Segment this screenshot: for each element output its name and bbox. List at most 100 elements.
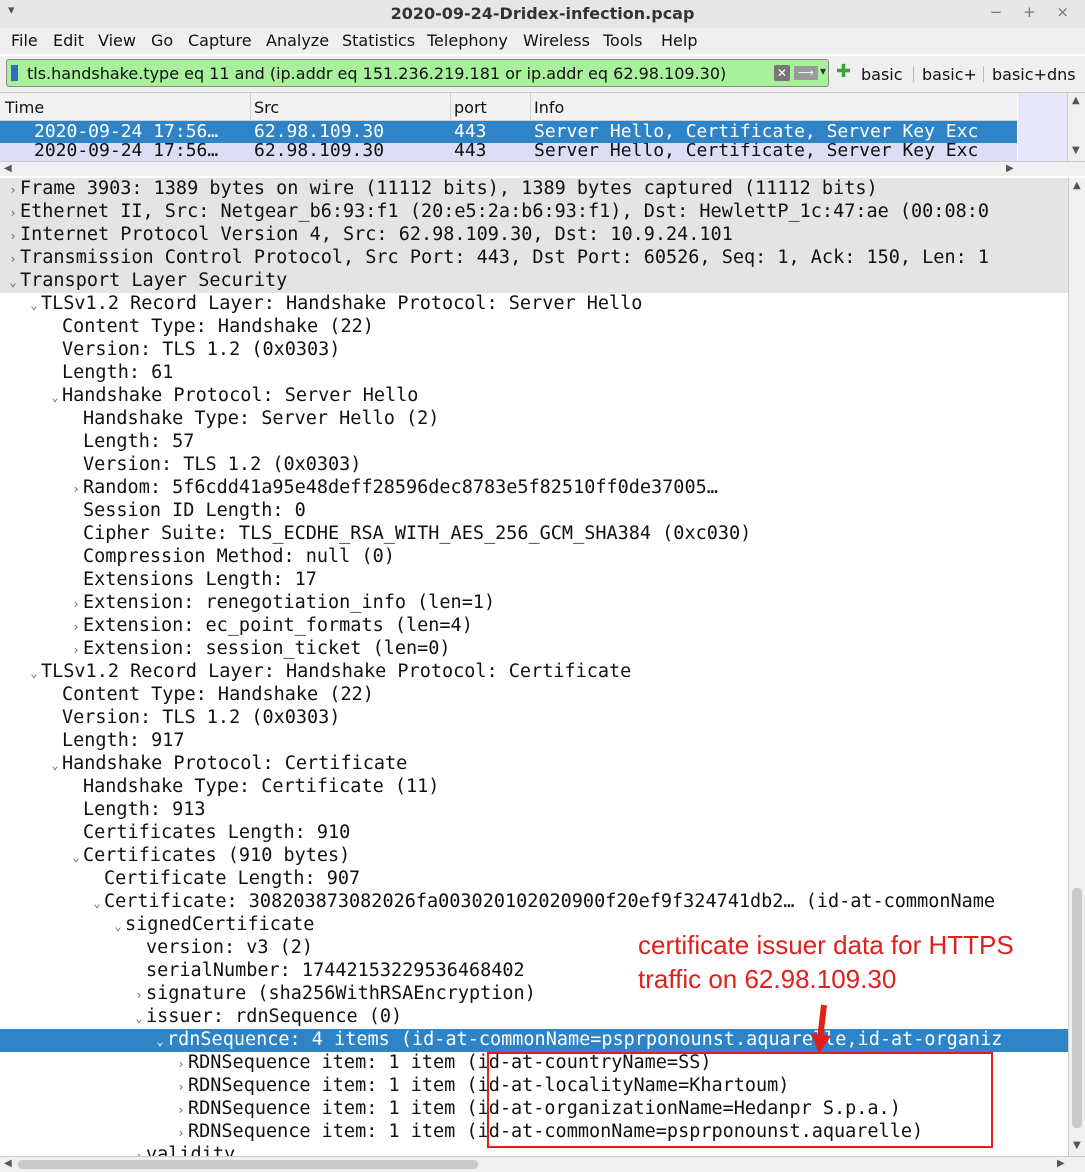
menu-telephony[interactable]: Telephony: [427, 31, 508, 50]
expanded-chevron-icon[interactable]: ⌄: [90, 896, 104, 910]
scroll-left-icon[interactable]: ◀: [4, 163, 12, 174]
collapsed-chevron-icon[interactable]: ›: [174, 1057, 188, 1071]
tree-row[interactable]: ⌄ TLSv1.2 Record Layer: Handshake Protoco…: [0, 293, 1068, 316]
collapsed-chevron-icon[interactable]: ›: [174, 1080, 188, 1094]
packet-row[interactable]: 2020-09-24 17:56… 62.98.109.30 443 Serve…: [0, 121, 1017, 143]
packet-list-vertical-scrollbar[interactable]: ▲ ▼: [1067, 93, 1085, 161]
tree-row[interactable]: › Extension: session_ticket (len=0): [0, 638, 1068, 661]
scrollbar-thumb[interactable]: [18, 1160, 478, 1169]
tree-row[interactable]: Certificates Length: 910: [0, 822, 1068, 845]
collapsed-chevron-icon[interactable]: ›: [69, 643, 83, 657]
tree-row[interactable]: Version: TLS 1.2 (0x0303): [0, 339, 1068, 362]
tree-row[interactable]: Version: TLS 1.2 (0x0303): [0, 454, 1068, 477]
expanded-chevron-icon[interactable]: ⌄: [27, 666, 41, 680]
collapsed-chevron-icon[interactable]: ›: [69, 597, 83, 611]
collapsed-chevron-icon[interactable]: ›: [6, 206, 20, 220]
expanded-chevron-icon[interactable]: ⌄: [132, 1011, 146, 1025]
details-vertical-scrollbar[interactable]: ▲ ▼: [1068, 178, 1085, 1156]
column-header-src[interactable]: Src: [254, 98, 279, 117]
menu-view[interactable]: View: [98, 31, 136, 50]
tree-row[interactable]: ⌄ Certificate: 308203873082026fa003020102…: [0, 891, 1068, 914]
scroll-right-icon[interactable]: ▶: [1057, 1158, 1065, 1169]
column-header-info[interactable]: Info: [534, 98, 564, 117]
tree-row[interactable]: Handshake Type: Server Hello (2): [0, 408, 1068, 431]
add-filter-button-icon[interactable]: ✚: [836, 61, 851, 82]
tree-row[interactable]: Length: 913: [0, 799, 1068, 822]
collapsed-chevron-icon[interactable]: ›: [174, 1126, 188, 1140]
apply-filter-icon[interactable]: ⟶: [794, 66, 818, 80]
tree-row[interactable]: Cipher Suite: TLS_ECDHE_RSA_WITH_AES_256…: [0, 523, 1068, 546]
packet-row[interactable]: 2020-09-24 17:56… 62.98.109.30 443 Serve…: [0, 143, 1017, 161]
menu-go[interactable]: Go: [151, 31, 173, 50]
expanded-chevron-icon[interactable]: ⌄: [48, 390, 62, 404]
details-horizontal-scrollbar[interactable]: ◀ ▶: [0, 1156, 1085, 1172]
menu-capture[interactable]: Capture: [188, 31, 252, 50]
tree-row[interactable]: Session ID Length: 0: [0, 500, 1068, 523]
tree-row[interactable]: Compression Method: null (0): [0, 546, 1068, 569]
column-header-time[interactable]: Time: [5, 98, 44, 117]
menu-analyze[interactable]: Analyze: [266, 31, 329, 50]
tree-row[interactable]: › Extension: renegotiation_info (len=1): [0, 592, 1068, 615]
menu-help[interactable]: Help: [661, 31, 697, 50]
menu-file[interactable]: File: [11, 31, 38, 50]
tree-row[interactable]: › Extension: ec_point_formats (len=4): [0, 615, 1068, 638]
expanded-chevron-icon[interactable]: ⌄: [6, 275, 20, 289]
tree-row[interactable]: Length: 57: [0, 431, 1068, 454]
filter-button-basic-dns[interactable]: basic+dns: [992, 65, 1076, 84]
collapsed-chevron-icon[interactable]: ›: [6, 229, 20, 243]
column-divider[interactable]: [250, 93, 251, 120]
bookmark-icon[interactable]: [11, 65, 18, 81]
packet-minimap[interactable]: [1018, 93, 1067, 161]
tree-row[interactable]: ⌄ TLSv1.2 Record Layer: Handshake Protoco…: [0, 661, 1068, 684]
collapsed-chevron-icon[interactable]: ›: [132, 1149, 146, 1156]
tree-row[interactable]: › Transmission Control Protocol, Src Port…: [0, 247, 1068, 270]
collapsed-chevron-icon[interactable]: ›: [69, 620, 83, 634]
scroll-up-icon[interactable]: ▲: [1072, 95, 1080, 106]
scroll-up-icon[interactable]: ▲: [1073, 180, 1081, 191]
scroll-down-icon[interactable]: ▼: [1073, 1140, 1081, 1151]
clear-filter-icon[interactable]: ✕: [774, 65, 790, 81]
tree-row[interactable]: ⌄ Certificates (910 bytes): [0, 845, 1068, 868]
expanded-chevron-icon[interactable]: ⌄: [48, 758, 62, 772]
column-divider[interactable]: [450, 93, 451, 120]
tree-row[interactable]: Length: 917: [0, 730, 1068, 753]
expanded-chevron-icon[interactable]: ⌄: [27, 298, 41, 312]
tree-row[interactable]: ⌄ Handshake Protocol: Certificate: [0, 753, 1068, 776]
filter-button-basic-plus[interactable]: basic+: [922, 65, 977, 84]
expanded-chevron-icon[interactable]: ⌄: [69, 850, 83, 864]
collapsed-chevron-icon[interactable]: ›: [6, 252, 20, 266]
collapsed-chevron-icon[interactable]: ›: [174, 1103, 188, 1117]
tree-row[interactable]: ⌄ rdnSequence: 4 items (id-at-commonName=…: [0, 1029, 1068, 1052]
filter-history-dropdown-icon[interactable]: ▾: [820, 64, 826, 78]
collapsed-chevron-icon[interactable]: ›: [6, 183, 20, 197]
display-filter-input[interactable]: tls.handshake.type eq 11 and (ip.addr eq…: [6, 59, 829, 87]
collapsed-chevron-icon[interactable]: ›: [132, 988, 146, 1002]
column-divider[interactable]: [530, 93, 531, 120]
expanded-chevron-icon[interactable]: ⌄: [153, 1034, 167, 1048]
window-controls[interactable]: − + ×: [990, 3, 1077, 21]
scroll-down-icon[interactable]: ▼: [1072, 145, 1080, 156]
scrollbar-thumb[interactable]: [1072, 888, 1082, 1128]
tree-row[interactable]: Content Type: Handshake (22): [0, 316, 1068, 339]
tree-row[interactable]: Certificate Length: 907: [0, 868, 1068, 891]
tree-row[interactable]: › Internet Protocol Version 4, Src: 62.98…: [0, 224, 1068, 247]
column-header-port[interactable]: port: [454, 98, 487, 117]
tree-row[interactable]: › Frame 3903: 1389 bytes on wire (11112 b…: [0, 178, 1068, 201]
tree-row[interactable]: ⌄ Handshake Protocol: Server Hello: [0, 385, 1068, 408]
tree-row[interactable]: Handshake Type: Certificate (11): [0, 776, 1068, 799]
menu-tools[interactable]: Tools: [603, 31, 642, 50]
tree-row[interactable]: › Ethernet II, Src: Netgear_b6:93:f1 (20:…: [0, 201, 1068, 224]
filter-button-basic[interactable]: basic: [861, 65, 903, 84]
display-filter-text[interactable]: tls.handshake.type eq 11 and (ip.addr eq…: [27, 64, 726, 83]
expanded-chevron-icon[interactable]: ⌄: [111, 919, 125, 933]
scroll-right-icon[interactable]: ▶: [1006, 163, 1014, 174]
tree-row[interactable]: Content Type: Handshake (22): [0, 684, 1068, 707]
tree-row[interactable]: › Random: 5f6cdd41a95e48deff28596dec8783e…: [0, 477, 1068, 500]
collapsed-chevron-icon[interactable]: ›: [69, 482, 83, 496]
tree-row[interactable]: Length: 61: [0, 362, 1068, 385]
menu-statistics[interactable]: Statistics: [342, 31, 415, 50]
scroll-left-icon[interactable]: ◀: [4, 1158, 12, 1169]
menu-wireless[interactable]: Wireless: [523, 31, 590, 50]
tree-row[interactable]: Version: TLS 1.2 (0x0303): [0, 707, 1068, 730]
tree-row[interactable]: Extensions Length: 17: [0, 569, 1068, 592]
